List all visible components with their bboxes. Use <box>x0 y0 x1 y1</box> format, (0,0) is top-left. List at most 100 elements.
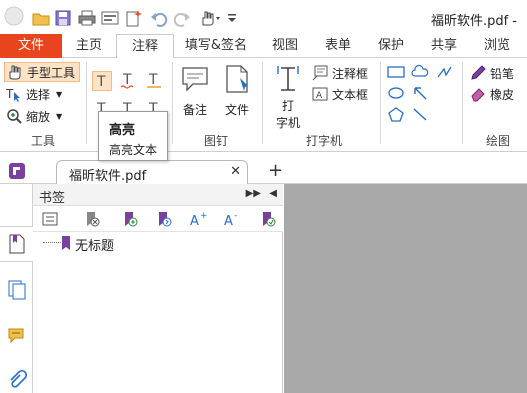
typewriter-button[interactable]: 打 字机 <box>270 64 306 132</box>
zoom-label: 缩放 <box>26 109 51 124</box>
cloud-icon <box>411 64 429 77</box>
bookmarks-panel-title: 书签 <box>39 191 66 206</box>
polyline-tool[interactable] <box>434 64 454 82</box>
bookmarks-panel-header: 书签 ▶▶ ◀ <box>33 184 283 206</box>
print-icon[interactable] <box>78 9 96 27</box>
line-tool[interactable] <box>410 106 430 124</box>
separator <box>86 62 87 144</box>
svg-text:T: T <box>148 72 158 88</box>
bookmarks-panel-button[interactable] <box>0 226 33 262</box>
title-bar: 福昕软件.pdf - <box>0 0 527 34</box>
strikeout-button[interactable]: T <box>144 71 164 91</box>
hand-icon <box>7 64 23 80</box>
redo-icon[interactable] <box>173 9 191 27</box>
note-label: 备注 <box>182 103 207 117</box>
increase-font-icon[interactable]: A + <box>189 210 207 228</box>
attach-file-button[interactable]: 文件 <box>220 64 254 124</box>
collapse-panel-icon[interactable]: ◀ <box>269 188 277 199</box>
bookmark-label: 无标题 <box>75 239 115 254</box>
hand-tool-dropdown-icon[interactable] <box>198 9 222 27</box>
cloud-tool[interactable] <box>410 64 430 82</box>
tab-comment[interactable]: 注释 <box>116 34 174 59</box>
underline-text-icon: T <box>120 72 134 89</box>
underline-button[interactable]: T <box>118 71 138 91</box>
separator <box>380 62 381 144</box>
callout-icon <box>312 65 328 81</box>
delete-bookmark-icon[interactable] <box>83 210 101 228</box>
note-button[interactable]: 备注 <box>178 64 212 124</box>
tab-file[interactable]: 文件 <box>0 34 62 58</box>
text-box-button[interactable]: A 文本框 <box>312 85 368 103</box>
group-label-typewriter: 打字机 <box>305 134 342 148</box>
text-box-icon: A <box>312 86 328 102</box>
new-document-icon[interactable] <box>124 9 142 27</box>
typewriter-label-line2: 字机 <box>275 116 300 130</box>
tab-home[interactable]: 主页 <box>62 34 116 58</box>
highlight-button[interactable]: T <box>92 71 112 91</box>
zoom-button[interactable]: 缩放 ▼ <box>6 107 62 125</box>
expand-bookmark-icon[interactable] <box>155 210 173 228</box>
comments-panel-button[interactable] <box>0 318 33 354</box>
chevron-down-icon: ▼ <box>56 111 63 121</box>
document-tab-bar: 福昕软件.pdf ✕ + <box>0 158 527 184</box>
annotation-box-label: 注释框 <box>332 66 369 81</box>
customize-quick-access-icon[interactable] <box>226 9 238 27</box>
file-label: 文件 <box>224 103 249 117</box>
tab-protect[interactable]: 保护 <box>364 34 418 58</box>
document-tab[interactable]: 福昕软件.pdf ✕ <box>56 160 248 184</box>
decrease-font-icon[interactable]: A- <box>223 210 241 228</box>
polygon-tool[interactable] <box>386 106 406 124</box>
zoom-icon <box>6 108 22 124</box>
svg-text:+: + <box>200 211 207 221</box>
bookmark-item[interactable]: 无标题 <box>33 234 283 254</box>
arrow-tool[interactable] <box>410 85 430 103</box>
bookmarks-panel: 书签 ▶▶ ◀ A + A- 无标题 <box>33 184 283 393</box>
pages-panel-button[interactable] <box>0 272 33 308</box>
tab-form[interactable]: 表单 <box>312 34 364 58</box>
add-bookmark-icon[interactable] <box>121 210 139 228</box>
save-icon[interactable] <box>54 9 72 27</box>
pencil-button[interactable]: 铅笔 <box>470 64 514 82</box>
tab-view[interactable]: 视图 <box>258 34 312 58</box>
bookmark-icon <box>61 235 71 254</box>
bookmark-options-icon[interactable] <box>41 210 59 228</box>
app-logo-icon[interactable] <box>4 6 24 26</box>
undo-icon[interactable] <box>150 9 168 27</box>
expand-panel-icon[interactable]: ▶▶ <box>246 188 261 199</box>
document-view-area[interactable] <box>284 184 527 393</box>
new-tab-button[interactable]: + <box>268 160 283 181</box>
bookmark-page-icon <box>9 234 24 254</box>
pages-icon <box>8 280 25 300</box>
properties-icon[interactable] <box>101 9 119 27</box>
note-icon <box>182 67 208 92</box>
left-navigation-bar <box>0 184 33 393</box>
open-folder-icon[interactable] <box>32 9 50 27</box>
rectangle-tool[interactable] <box>386 64 406 82</box>
group-label-draw: 绘图 <box>485 134 510 148</box>
app-start-icon[interactable] <box>8 162 26 180</box>
bookmark-properties-icon[interactable] <box>259 210 277 228</box>
eraser-button[interactable]: 橡皮 <box>470 85 514 103</box>
annotation-box-button[interactable]: 注释框 <box>312 64 368 82</box>
ribbon-panel: 手型工具 T 选择 ▼ 缩放 ▼ 工具 T T T T T T 备注 文件 图钉… <box>0 58 527 152</box>
chevron-down-icon: ▼ <box>56 89 63 99</box>
eraser-icon <box>470 86 486 102</box>
pencil-icon <box>470 65 486 81</box>
hand-tool-button[interactable]: 手型工具 <box>4 62 80 82</box>
close-tab-icon[interactable]: ✕ <box>230 164 241 179</box>
attach-file-icon <box>226 65 248 93</box>
document-tab-name: 福昕软件.pdf <box>69 169 147 184</box>
svg-text:A: A <box>190 214 199 227</box>
polygon-icon <box>388 107 404 122</box>
typewriter-label-line1: 打 <box>281 99 294 113</box>
oval-tool[interactable] <box>386 85 406 103</box>
select-button[interactable]: T 选择 ▼ <box>6 85 62 103</box>
group-label-pin: 图钉 <box>203 134 228 148</box>
tab-share[interactable]: 共享 <box>418 34 470 58</box>
attachments-panel-button[interactable] <box>0 362 33 393</box>
separator <box>172 62 173 144</box>
tab-fill-sign[interactable]: 填写&签名 <box>176 34 256 58</box>
oval-icon <box>388 87 404 99</box>
tab-browse[interactable]: 浏览 <box>470 34 524 58</box>
highlight-tooltip: 高亮 高亮文本 <box>98 111 168 161</box>
